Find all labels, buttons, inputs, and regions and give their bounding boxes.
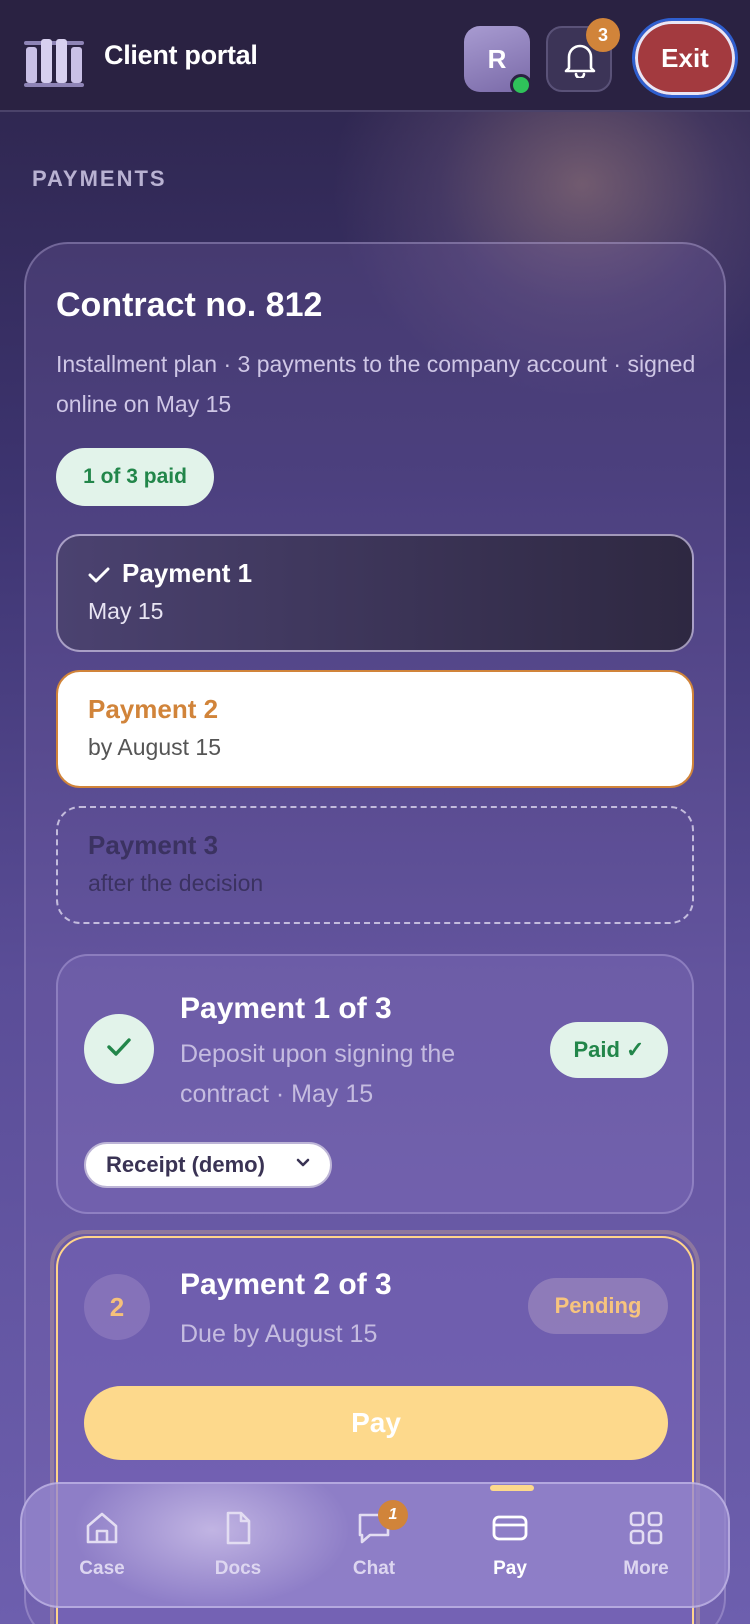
columns-logo-icon bbox=[24, 39, 84, 87]
nav-active-indicator bbox=[490, 1485, 534, 1491]
card-icon bbox=[492, 1515, 528, 1541]
bottom-nav: Case Docs Chat Pay More bbox=[20, 1482, 730, 1608]
check-icon bbox=[107, 1038, 131, 1056]
nav-label: Pay bbox=[493, 1558, 527, 1579]
notifications-count-badge: 3 bbox=[586, 18, 620, 52]
payment-number-circle: 2 bbox=[84, 1274, 150, 1340]
nav-item-case[interactable]: Case bbox=[34, 1484, 170, 1606]
nav-item-chat[interactable]: Chat bbox=[306, 1484, 442, 1606]
chevron-down-icon bbox=[296, 1158, 310, 1167]
payment-description: Due by August 15 bbox=[180, 1320, 378, 1348]
payment-description: Deposit upon signing the contract · May … bbox=[180, 1040, 456, 1108]
nav-label: Chat bbox=[352, 1558, 396, 1579]
nav-item-docs[interactable]: Docs bbox=[170, 1484, 306, 1606]
exit-button[interactable]: Exit bbox=[632, 18, 738, 98]
grid-icon bbox=[629, 1511, 663, 1545]
nav-item-more[interactable]: More bbox=[578, 1484, 714, 1606]
receipt-dropdown[interactable]: Receipt (demo) bbox=[84, 1142, 332, 1188]
timeline-step-1[interactable]: Payment 1 May 15 bbox=[56, 534, 694, 652]
payment-title: Payment 1 of 3 bbox=[180, 992, 392, 1025]
contract-title: Contract no. 812 bbox=[56, 286, 323, 324]
payment-card-1: Payment 1 of 3 Deposit upon signing the … bbox=[56, 954, 694, 1214]
timeline-step-date: after the decision bbox=[88, 870, 264, 896]
check-icon bbox=[88, 567, 110, 583]
timeline-step-title: Payment 1 bbox=[122, 558, 253, 588]
status-badge: Pending bbox=[528, 1278, 668, 1334]
document-icon bbox=[226, 1511, 251, 1545]
payment-title: Payment 2 of 3 bbox=[180, 1268, 392, 1301]
online-status-dot bbox=[510, 74, 532, 96]
timeline-step-title: Payment 3 bbox=[88, 830, 219, 860]
chat-unread-badge: 1 bbox=[378, 1500, 408, 1530]
timeline-step-date: May 15 bbox=[88, 598, 164, 624]
paid-check-circle bbox=[84, 1014, 154, 1084]
section-title: PAYMENTS bbox=[32, 166, 167, 191]
timeline-step-2[interactable]: Payment 2 by August 15 bbox=[56, 670, 694, 788]
nav-label: More bbox=[623, 1558, 669, 1579]
timeline-step-date: by August 15 bbox=[88, 734, 221, 760]
receipt-dropdown-label: Receipt (demo) bbox=[106, 1152, 265, 1177]
app-title: Client portal bbox=[104, 40, 258, 70]
nav-label: Docs bbox=[214, 1558, 262, 1579]
progress-pill: 1 of 3 paid bbox=[56, 448, 214, 506]
top-bar: Client portal R 3 Exit bbox=[0, 0, 750, 112]
home-icon bbox=[86, 1512, 118, 1544]
nav-item-pay[interactable]: Pay bbox=[442, 1484, 578, 1606]
pay-button[interactable]: Pay bbox=[84, 1386, 668, 1460]
timeline-step-3[interactable]: Payment 3 after the decision bbox=[56, 806, 694, 924]
contract-subtitle: Installment plan · 3 payments to the com… bbox=[56, 351, 696, 417]
status-badge: Paid ✓ bbox=[550, 1022, 668, 1078]
timeline-step-title: Payment 2 bbox=[88, 694, 219, 724]
nav-label: Case bbox=[79, 1558, 125, 1579]
